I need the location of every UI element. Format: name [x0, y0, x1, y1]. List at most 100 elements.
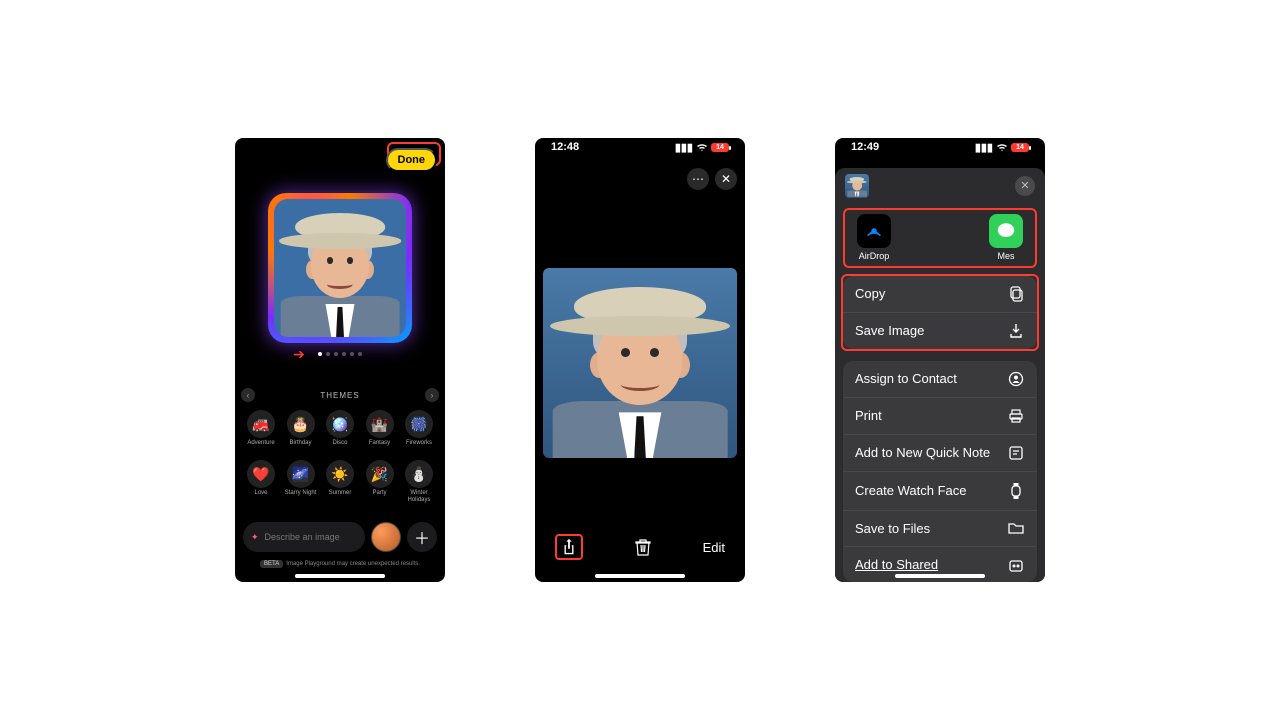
- edit-button[interactable]: Edit: [703, 540, 725, 555]
- sparkle-icon: ✦: [251, 532, 259, 543]
- themes-row-1: 🚒Adventure 🎂 Birthday 🪩Disco 🏰 Fantasy 🎆Firewo…: [243, 410, 437, 452]
- theme-label: Fireworks: [406, 440, 432, 452]
- phone-2-image-viewer: 12:48 ▮▮▮ 14 ⋯ ✕: [535, 138, 745, 582]
- theme-disco[interactable]: 🪩Disco: [322, 410, 358, 452]
- theme-icon: 🏰: [366, 410, 394, 438]
- theme-label: Disco: [332, 440, 347, 452]
- note-icon: [1007, 445, 1025, 461]
- theme-party[interactable]: 🎉 Party: [362, 460, 398, 502]
- close-sheet-button[interactable]: ✕: [1015, 176, 1035, 196]
- share-app-label: AirDrop: [859, 251, 890, 261]
- share-app-mes[interactable]: Mes: [983, 214, 1029, 261]
- delete-button[interactable]: [635, 538, 651, 556]
- theme-fireworks[interactable]: 🎆Fireworks: [401, 410, 437, 452]
- viewer-toolbar: Edit: [535, 534, 745, 560]
- signal-icon: ▮▮▮: [975, 141, 993, 154]
- generated-image-preview[interactable]: [268, 193, 412, 343]
- action-label: Add to New Quick Note: [855, 445, 990, 460]
- share-sheet: ✕ AirDrop Mes Copy Save Image Assign to Co…: [835, 168, 1045, 582]
- image-full-view[interactable]: [543, 268, 737, 458]
- annotation-arrow-icon: ➔: [293, 346, 305, 363]
- signal-icon: ▮▮▮: [675, 141, 693, 154]
- status-time: 12:49: [851, 141, 879, 153]
- theme-label: Summer: [329, 490, 352, 502]
- more-button[interactable]: ⋯: [687, 168, 709, 190]
- theme-label: Birthday: [289, 440, 311, 452]
- theme-icon: 🎂: [287, 410, 315, 438]
- action-label: Save Image: [855, 323, 924, 338]
- themes-row-2: ❤️ Love 🌌 Starry Night ☀️ Summer 🎉 Party ⛄ Winter…: [243, 460, 437, 502]
- theme-label: Love: [254, 490, 267, 502]
- disclaimer-text: Image Playground may create unexpected r…: [286, 561, 420, 567]
- avatar-man-hat: [543, 268, 737, 458]
- theme-label: Adventure: [247, 440, 274, 452]
- share-app-label: Mes: [997, 251, 1014, 261]
- ellipsis-icon: ⋯: [692, 172, 704, 186]
- page-indicator[interactable]: [318, 352, 362, 356]
- action-save-image[interactable]: Save Image: [843, 313, 1037, 349]
- action-save-to-files[interactable]: Save to Files: [843, 511, 1037, 547]
- theme-fantasy[interactable]: 🏰 Fantasy: [362, 410, 398, 452]
- theme-summer[interactable]: ☀️ Summer: [322, 460, 358, 502]
- messages-icon: [989, 214, 1023, 248]
- share-app-airdrop[interactable]: AirDrop: [851, 214, 897, 261]
- share-preview-thumbnail[interactable]: [845, 174, 869, 198]
- theme-icon: ❤️: [247, 460, 275, 488]
- status-bar: 12:48 ▮▮▮ 14: [535, 138, 745, 156]
- airdrop-icon: [857, 214, 891, 248]
- shared-icon: [1007, 557, 1025, 573]
- action-print[interactable]: Print: [843, 398, 1037, 435]
- contact-icon: [1007, 371, 1025, 387]
- action-copy[interactable]: Copy: [843, 276, 1037, 313]
- theme-label: Winter Holidays: [401, 490, 437, 502]
- share-sheet-header: ✕: [835, 168, 1045, 204]
- action-label: Copy: [855, 286, 885, 301]
- theme-icon: ☀️: [326, 460, 354, 488]
- action-create-watch-face[interactable]: Create Watch Face: [843, 472, 1037, 511]
- add-button[interactable]: ＋: [407, 522, 437, 552]
- themes-next-button[interactable]: ›: [425, 388, 439, 402]
- theme-birthday[interactable]: 🎂 Birthday: [283, 410, 319, 452]
- theme-icon: 🎉: [366, 460, 394, 488]
- battery-badge: 14: [711, 143, 729, 152]
- copy-icon: [1007, 286, 1025, 302]
- theme-icon: 🌌: [287, 460, 315, 488]
- theme-adventure[interactable]: 🚒Adventure: [243, 410, 279, 452]
- print-icon: [1007, 408, 1025, 424]
- theme-winter-holidays[interactable]: ⛄ Winter Holidays: [401, 460, 437, 502]
- theme-starry-night[interactable]: 🌌 Starry Night: [283, 460, 319, 502]
- source-photo-thumbnail[interactable]: [371, 522, 401, 552]
- prompt-input[interactable]: ✦ Describe an image: [243, 522, 365, 552]
- themes-prev-button[interactable]: ‹: [241, 388, 255, 402]
- themes-header: ‹ THEMES ›: [235, 388, 445, 402]
- watch-icon: [1007, 482, 1025, 500]
- themes-title: THEMES: [255, 391, 425, 400]
- home-indicator: [295, 574, 385, 578]
- download-icon: [1007, 323, 1025, 339]
- actions-group-1: Copy Save Image: [843, 276, 1037, 349]
- home-indicator: [595, 574, 685, 578]
- viewer-top-actions: ⋯ ✕: [687, 168, 737, 190]
- home-indicator: [895, 574, 985, 578]
- theme-label: Party: [372, 490, 386, 502]
- beta-badge: BETA: [260, 560, 283, 568]
- theme-label: Fantasy: [369, 440, 390, 452]
- prompt-placeholder: Describe an image: [265, 532, 340, 542]
- prompt-bar: ✦ Describe an image ＋: [243, 522, 437, 552]
- action-label: Save to Files: [855, 521, 930, 536]
- actions-group-2: Assign to Contact Print Add to New Quick N…: [843, 361, 1037, 582]
- trash-icon: [635, 538, 651, 556]
- wifi-icon: [996, 143, 1008, 152]
- theme-icon: ⛄: [405, 460, 433, 488]
- share-button[interactable]: [561, 538, 577, 556]
- action-add-to-new-quick-note[interactable]: Add to New Quick Note: [843, 435, 1037, 472]
- action-label: Print: [855, 408, 882, 423]
- close-button[interactable]: ✕: [715, 168, 737, 190]
- phone-3-share-sheet: 12:49 ▮▮▮ 14 ✕: [835, 138, 1045, 582]
- theme-love[interactable]: ❤️ Love: [243, 460, 279, 502]
- share-icon: [561, 538, 577, 556]
- action-label: Create Watch Face: [855, 483, 967, 498]
- done-button[interactable]: Done: [386, 148, 438, 172]
- action-assign-to-contact[interactable]: Assign to Contact: [843, 361, 1037, 398]
- theme-label: Starry Night: [285, 490, 317, 502]
